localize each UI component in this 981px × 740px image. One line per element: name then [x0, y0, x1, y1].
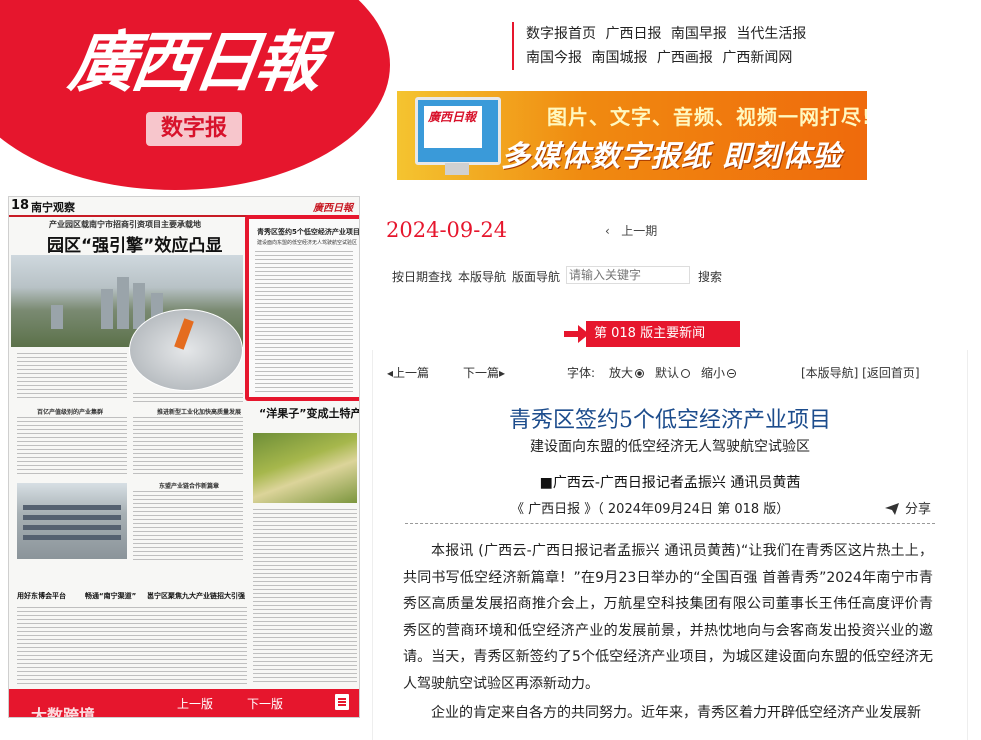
paper-text-block[interactable] [133, 393, 243, 405]
nav-link-guangxi-news[interactable]: 广西新闻网 [722, 50, 792, 66]
paper-kicker: 产业园区载南宁市招商引资项目主要承载地 [49, 220, 201, 229]
search-input[interactable] [566, 266, 690, 284]
nav-link-nanguo-morning[interactable]: 南国早报 [671, 26, 727, 42]
watermark-text: 大数跨境 [31, 706, 96, 718]
article-source: 《 广西日报 》（ 2024年09月24日 第 018 版） [511, 502, 790, 517]
site-header: 廣西日報 数字报 数字报首页 广西日报 南国早报 当代生活报 南国今报 南国城报… [0, 0, 981, 195]
share-label: 分享 [905, 502, 932, 517]
font-label: 字体: [567, 366, 596, 380]
paper-text-block[interactable] [17, 353, 127, 401]
paper-minihead: 百亿产值级别的产业集群 [37, 409, 104, 416]
article-paragraph: 本报讯 (广西云-广西日报记者孟振兴 通讯员黄茜)“让我们在青秀区这片热土上，共… [403, 543, 933, 692]
paper-section-name: 南宁观察 [31, 201, 75, 214]
nav-link-guangxi-daily[interactable]: 广西日报 [605, 26, 661, 42]
paper-bottom-headlines: 用好东博会平台 畅通“南宁渠道” 邕宁区聚焦九大产业链招大引强 [17, 591, 257, 605]
paper-text-block[interactable] [17, 607, 247, 685]
highlight-title: 青秀区签约5个低空经济产业项目 [257, 228, 360, 236]
article-panel: ◂上一篇 下一篇▸ 字体: 放大 默认 缩小 [本版导航] [返回首页] 青秀区… [372, 350, 968, 740]
multimedia-banner[interactable]: 廣西日報 图片、文字、音频、视频一网打尽! 多媒体数字报纸 即刻体验 [397, 91, 867, 180]
monitor-icon: 廣西日報 [415, 97, 501, 165]
top-nav-row2: 南国今报 南国城报 广西画报 广西新闻网 [526, 46, 812, 70]
divider [405, 523, 935, 524]
pdf-download-icon[interactable] [335, 694, 349, 710]
article-body: 本报讯 (广西云-广西日报记者孟振兴 通讯员黄茜)“让我们在青秀区这片热土上，共… [403, 538, 933, 727]
prev-article-link[interactable]: ◂上一篇 [387, 364, 429, 381]
paper-text-block[interactable] [17, 417, 127, 477]
paper-bottom-head[interactable]: 用好东博会平台 [17, 591, 66, 601]
prev-issue-link[interactable]: ‹ 上一期 [605, 222, 657, 239]
paper-headline-2[interactable]: “洋果子”变成土特产 [259, 405, 359, 421]
paper-photo-orchard[interactable] [253, 433, 357, 503]
nav-link-nanguo-city[interactable]: 南国城报 [591, 50, 647, 66]
share-button[interactable]: 分享 [885, 498, 931, 517]
article-toolbar: ◂上一篇 下一篇▸ 字体: 放大 默认 缩小 [本版导航] [返回首页] [373, 364, 967, 382]
radio-icon [681, 369, 691, 378]
nav-link-guangxi-pictorial[interactable]: 广西画报 [657, 50, 713, 66]
top-nav-row1: 数字报首页 广西日报 南国早报 当代生活报 [526, 22, 812, 46]
issue-date: 2024-09-24 [386, 218, 508, 242]
font-large-option[interactable]: 放大 [609, 364, 645, 381]
logo-subtitle: 数字报 [146, 112, 242, 146]
article-author: ■广西云-广西日报记者孟振兴 通讯员黄茜 [539, 475, 801, 491]
site-logo[interactable]: 廣西日報 [63, 12, 347, 112]
article-subtitle: 建设面向东盟的低空经济无人驾驶航空试验区 [530, 439, 810, 455]
paper-plane-icon [885, 503, 899, 515]
search-button[interactable]: 搜索 [698, 268, 722, 285]
paper-bottom-head[interactable]: 邕宁区聚焦九大产业链招大引强 [147, 591, 245, 601]
next-page-button[interactable]: 下一版 [247, 695, 283, 712]
next-article-link[interactable]: 下一篇▸ [463, 364, 505, 381]
minus-circle-icon [727, 369, 737, 378]
paper-text-block[interactable] [133, 491, 243, 561]
font-default-option[interactable]: 默认 [655, 364, 691, 381]
triangle-right-icon: ▸ [499, 366, 506, 380]
highlight-subtitle: 建设面向东盟的低空经济无人驾驶航空试验区 [257, 240, 358, 246]
top-nav: 数字报首页 广西日报 南国早报 当代生活报 南国今报 南国城报 广西画报 广西新… [512, 22, 812, 70]
nav-link-digital-home[interactable]: 数字报首页 [526, 26, 596, 42]
section-tag[interactable]: 第 018 版主要新闻 [586, 321, 740, 347]
search-by-date-link[interactable]: 按日期查找 [392, 268, 452, 285]
radio-selected-icon [635, 369, 645, 378]
paper-photo-industrial-park[interactable] [17, 483, 127, 559]
banner-tagline: 图片、文字、音频、视频一网打尽! [547, 105, 867, 129]
highlighted-article-region[interactable]: 青秀区签约5个低空经济产业项目 建设面向东盟的低空经济无人驾驶航空试验区 [245, 215, 360, 401]
paper-masthead: 廣西日報 [313, 203, 353, 214]
paper-bottom-head[interactable]: 畅通“南宁渠道” [85, 591, 136, 601]
paper-text-block[interactable] [253, 509, 357, 685]
page-nav-link[interactable]: 版面导航 [512, 268, 560, 285]
nav-home-links[interactable]: [本版导航] [返回首页] [801, 364, 920, 381]
paper-page-number: 18 [11, 198, 30, 213]
prev-issue-label: 上一期 [621, 224, 658, 238]
chevron-left-icon: ‹ [605, 224, 610, 238]
banner-headline: 多媒体数字报纸 即刻体验 [501, 139, 843, 173]
paper-headline[interactable]: 园区“强引擎”效应凸显 [47, 231, 222, 256]
paper-minihead: 推进新型工业化加快高质量发展 [157, 409, 242, 416]
article-paragraph: 企业的肯定来自各方的共同努力。近年来，青秀区着力开辟低空经济产业发展新 [431, 705, 921, 721]
font-small-option[interactable]: 缩小 [701, 364, 737, 381]
article-title: 青秀区签约5个低空经济产业项目 [509, 408, 831, 433]
paper-text-block[interactable] [133, 417, 243, 477]
prev-page-button[interactable]: 上一版 [177, 695, 213, 712]
paper-text-block [255, 251, 353, 393]
banner-mini-logo: 廣西日報 [428, 110, 477, 124]
paper-header-bar: 18 南宁观察 廣西日報 [9, 197, 359, 217]
edition-nav-link[interactable]: 本版导航 [458, 268, 506, 285]
nav-link-contemporary-life[interactable]: 当代生活报 [736, 26, 806, 42]
monitor-stand [445, 163, 469, 175]
nav-link-nanguo-today[interactable]: 南国今报 [526, 50, 582, 66]
newspaper-page-preview[interactable]: 18 南宁观察 廣西日報 产业园区载南宁市招商引资项目主要承载地 园区“强引擎”… [8, 196, 360, 718]
paper-minihead: 东盟产业链合作新篇章 [159, 483, 220, 490]
